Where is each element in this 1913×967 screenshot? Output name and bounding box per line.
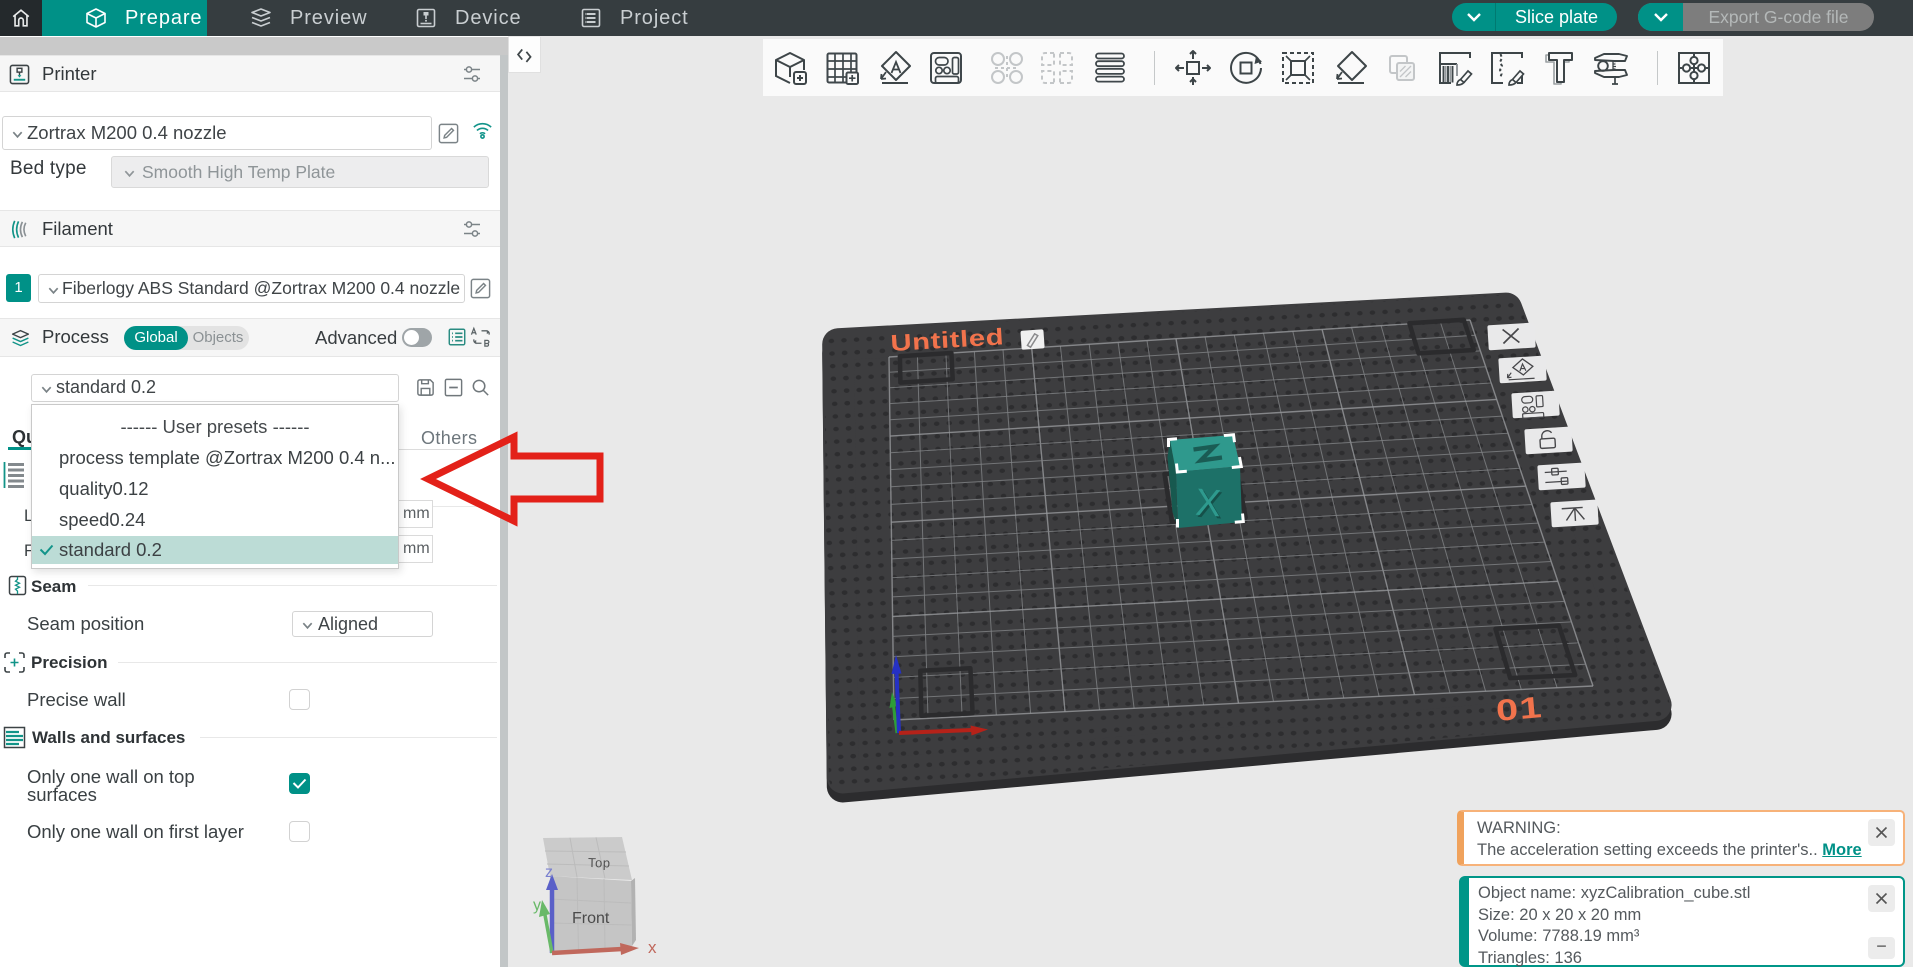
svg-text:z: z bbox=[545, 864, 553, 881]
svg-text:X: X bbox=[1194, 482, 1222, 526]
svg-text:Top: Top bbox=[588, 855, 611, 870]
svg-text:Front: Front bbox=[572, 910, 610, 927]
svg-text:y: y bbox=[533, 897, 541, 914]
svg-text:01: 01 bbox=[1495, 691, 1544, 728]
svg-text:x: x bbox=[648, 938, 657, 957]
